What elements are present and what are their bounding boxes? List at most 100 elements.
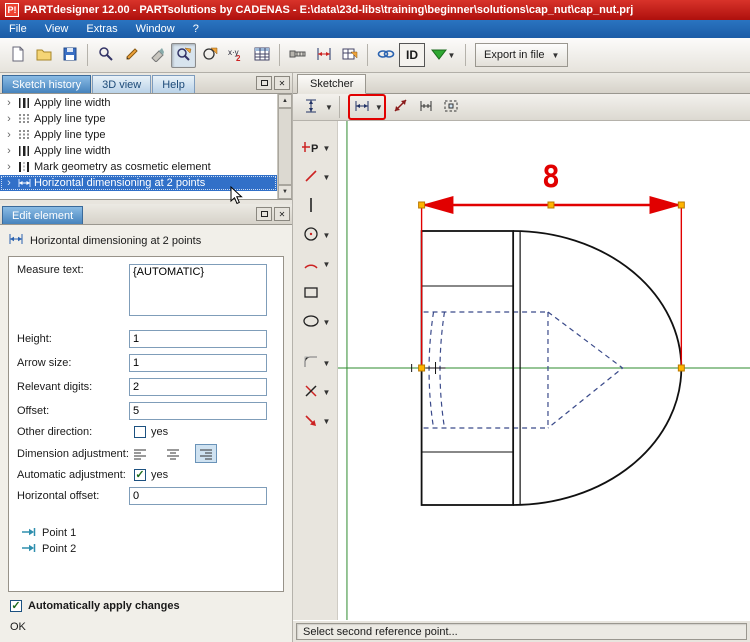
scroll-thumb[interactable] — [278, 108, 292, 185]
align-right-button[interactable] — [195, 444, 217, 463]
link-button[interactable] — [373, 43, 398, 68]
circle-tool-button[interactable] — [300, 224, 322, 246]
move-tool-button[interactable] — [300, 410, 322, 432]
vertical-dimension-tool-button[interactable] — [299, 96, 322, 118]
arc-tool-button[interactable] — [300, 253, 322, 275]
relevant-digits-input[interactable] — [129, 378, 267, 396]
expander-icon[interactable]: › — [4, 177, 14, 189]
tree-item[interactable]: › Apply line type — [0, 127, 277, 143]
sketch-edit-button[interactable] — [171, 42, 196, 68]
new-document-button[interactable] — [5, 43, 30, 68]
status-bar: Select second reference point... — [293, 620, 750, 642]
measure-button[interactable] — [311, 43, 336, 68]
fillet-tool-button[interactable] — [300, 352, 322, 374]
eraser-button[interactable] — [145, 43, 170, 68]
id-button[interactable]: ID — [399, 43, 425, 67]
expander-icon[interactable]: › — [4, 129, 14, 141]
dimension-8[interactable]: 8 — [420, 160, 683, 368]
point1-row[interactable]: Point 1 — [21, 525, 275, 541]
box-dimension-tool-button[interactable] — [440, 96, 463, 118]
panel-close-button[interactable]: ✕ — [274, 207, 290, 221]
chevron-down-icon[interactable]: ▼ — [323, 318, 331, 327]
zoom-button[interactable] — [93, 43, 118, 68]
panel-close-button[interactable]: ✕ — [274, 76, 290, 90]
other-direction-checkbox[interactable] — [134, 426, 146, 438]
rectangle-tool-icon — [303, 285, 319, 302]
save-button[interactable] — [57, 43, 82, 68]
menu-view[interactable]: View — [36, 21, 78, 37]
chevron-down-icon[interactable]: ▼ — [323, 388, 331, 397]
align-left-button[interactable] — [129, 444, 151, 463]
chevron-down-icon[interactable]: ▼ — [323, 231, 331, 240]
tab-sketch-history[interactable]: Sketch history — [2, 75, 92, 93]
chevron-down-icon[interactable]: ▼ — [323, 260, 331, 269]
tree-scrollbar[interactable]: ▲ ▼ — [277, 94, 292, 199]
diagonal-dimension-tool-button[interactable] — [390, 96, 413, 118]
table-button[interactable] — [249, 43, 274, 68]
edit-form: Horizontal dimensioning at 2 points Meas… — [0, 225, 292, 642]
tab-sketcher[interactable]: Sketcher — [297, 74, 367, 94]
tab-3d-view[interactable]: 3D view — [92, 75, 152, 93]
ellipse-tool-icon — [302, 314, 320, 331]
chevron-down-icon[interactable]: ▼ — [323, 173, 331, 182]
line-tool-button[interactable] — [300, 166, 322, 188]
chevron-down-icon[interactable]: ▼ — [325, 103, 333, 112]
chevron-down-icon[interactable]: ▼ — [323, 417, 331, 426]
chevron-down-icon[interactable]: ▼ — [323, 144, 331, 153]
horizontal-offset-input[interactable] — [129, 487, 267, 505]
point2-row[interactable]: Point 2 — [21, 541, 275, 557]
tree-item-selected[interactable]: › Horizontal dimensioning at 2 points — [0, 175, 277, 191]
vertical-line-icon — [304, 197, 318, 216]
point-tool-button[interactable]: P — [299, 137, 322, 159]
tab-edit-element[interactable]: Edit element — [2, 206, 84, 224]
automatic-adjustment-checkbox[interactable] — [134, 469, 146, 481]
trim-tool-button[interactable] — [300, 381, 322, 403]
open-button[interactable] — [31, 43, 56, 68]
chevron-down-icon[interactable]: ▼ — [375, 103, 383, 112]
ellipse-tool-button[interactable] — [300, 311, 322, 333]
horizontal-dimension-tool-button[interactable] — [351, 96, 374, 118]
menu-file[interactable]: File — [0, 21, 36, 37]
grid-edit-button[interactable] — [337, 43, 362, 68]
sketch-circle-button[interactable] — [197, 43, 222, 68]
green-triangle-icon — [430, 48, 447, 63]
other-direction-label: Other direction: — [17, 426, 93, 438]
app-icon: P! — [5, 3, 19, 17]
toolbar-separator — [279, 44, 280, 66]
line-tool-icon — [304, 169, 318, 186]
sketch-canvas[interactable]: 8 — [337, 121, 750, 620]
offset-input[interactable] — [129, 402, 267, 420]
tree-item[interactable]: › Apply line width — [0, 143, 277, 159]
menu-help[interactable]: ? — [184, 21, 208, 37]
panel-float-button[interactable] — [256, 207, 272, 221]
expander-icon[interactable]: › — [4, 97, 14, 109]
scroll-up-button[interactable]: ▲ — [278, 94, 292, 108]
color-dropdown-button[interactable]: ▼ — [426, 43, 460, 68]
expander-icon[interactable]: › — [4, 113, 14, 125]
expander-icon[interactable]: › — [4, 145, 14, 157]
variables-button[interactable]: x·y 2 — [223, 43, 248, 68]
menu-window[interactable]: Window — [127, 21, 184, 37]
scroll-down-button[interactable]: ▼ — [278, 185, 292, 199]
fastener-button[interactable] — [285, 43, 310, 68]
edit-button[interactable] — [119, 43, 144, 68]
horizontal-distance-icon — [418, 98, 434, 117]
expander-icon[interactable]: › — [4, 161, 14, 173]
measure-text-input[interactable]: {AUTOMATIC} — [129, 264, 267, 316]
apply-changes-checkbox[interactable] — [10, 600, 22, 612]
svg-text:2: 2 — [236, 54, 241, 62]
chevron-down-icon[interactable]: ▼ — [323, 359, 331, 368]
tree-item[interactable]: › Mark geometry as cosmetic element — [0, 159, 277, 175]
rectangle-tool-button[interactable] — [300, 282, 322, 304]
menu-extras[interactable]: Extras — [77, 21, 126, 37]
tree-item[interactable]: › Apply line width — [0, 95, 277, 111]
vertical-line-tool-button[interactable] — [300, 195, 322, 217]
arrow-size-input[interactable] — [129, 354, 267, 372]
align-center-button[interactable] — [162, 444, 184, 463]
panel-float-button[interactable] — [256, 76, 272, 90]
tab-help[interactable]: Help — [152, 75, 195, 93]
export-button[interactable]: Export in file ▼ — [475, 43, 569, 67]
tree-item[interactable]: › Apply line type — [0, 111, 277, 127]
horizontal-distance-tool-button[interactable] — [415, 96, 438, 118]
height-input[interactable] — [129, 330, 267, 348]
